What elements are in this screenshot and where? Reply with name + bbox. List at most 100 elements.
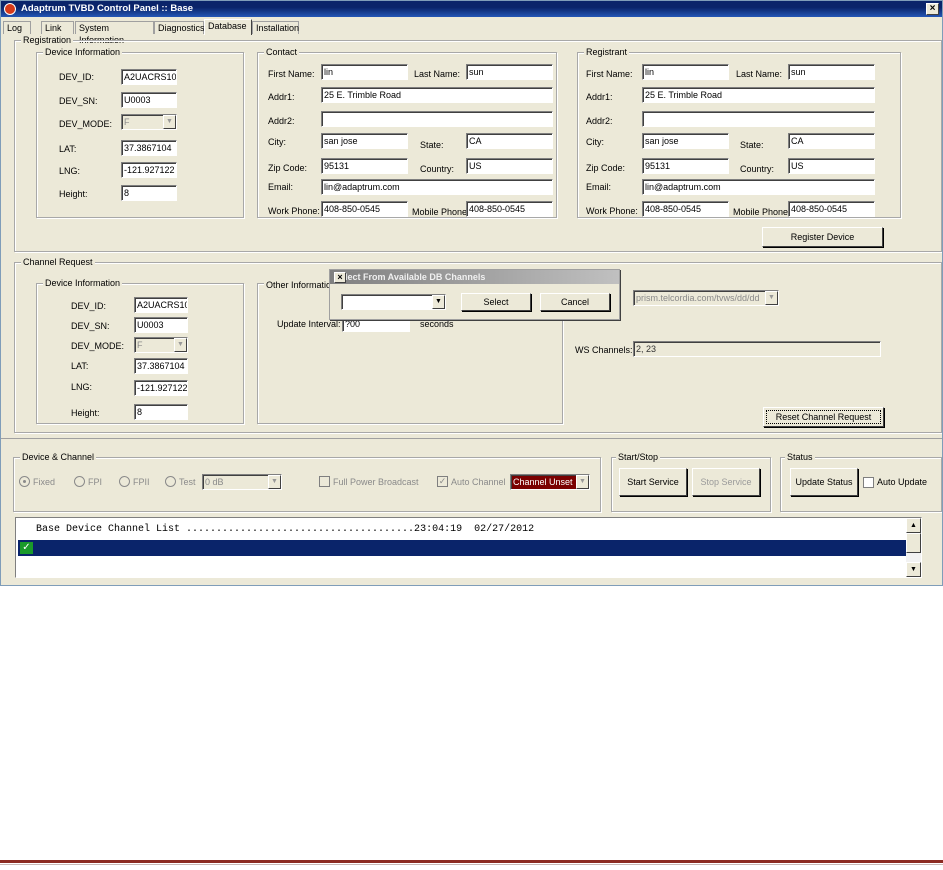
log-scrollbar[interactable]: ▲ ▼ [906,518,921,577]
dialog-select-button[interactable]: Select [461,293,531,311]
dev-mode-select[interactable]: F ▼ [121,114,177,130]
contact-addr2-field[interactable] [321,111,553,127]
scroll-thumb[interactable] [906,533,921,553]
channel-dev-sn-field[interactable]: U0003 [134,317,188,333]
channel-select-combo[interactable]: ▼ [341,294,446,310]
reset-channel-request-button[interactable]: Reset Channel Request [763,407,884,427]
registrant-addr2-field[interactable] [642,111,875,127]
contact-mobile-phone-field[interactable]: 408-850-0545 [466,201,553,217]
channel-lat-field[interactable]: 37.3867104 [134,358,188,374]
radio-test[interactable] [165,476,176,487]
success-check-icon: ✓ [20,542,33,554]
chevron-down-icon[interactable]: ▼ [576,475,589,489]
update-status-button[interactable]: Update Status [790,468,858,496]
stop-service-button[interactable]: Stop Service [692,468,760,496]
db-url-select[interactable]: prism.telcordia.com/tvws/dd/dd ▼ [633,290,779,306]
contact-work-phone-field[interactable]: 408-850-0545 [321,201,408,217]
registrant-city-field[interactable]: san jose [642,133,729,149]
contact-country-label: Country: [420,164,455,174]
registrant-state-field[interactable]: CA [788,133,875,149]
channel-dev-id-label: DEV_ID: [71,301,107,311]
update-interval-label: Update Interval: [277,319,341,329]
channel-device-info-title: Device Information [43,278,123,289]
close-window-button[interactable]: × [926,3,939,15]
contact-country-field[interactable]: US [466,158,553,174]
tab-system-information[interactable]: System Information [75,21,154,45]
test-level-select[interactable]: 0 dB ▼ [202,474,282,490]
contact-first-name-field[interactable]: lin [321,64,408,80]
log-list[interactable]: Base Device Channel List ...............… [15,517,922,578]
device-info-title: Device Information [43,47,123,58]
log-row[interactable]: Base Device Channel List ...............… [18,522,921,538]
scroll-down-icon[interactable]: ▼ [906,562,921,577]
channel-dev-id-field[interactable]: A2UACRS10 [134,297,188,313]
ws-channels-field[interactable]: 2, 23 [633,341,881,357]
registrant-email-field[interactable]: lin@adaptrum.com [642,179,875,195]
radio-fpi[interactable] [74,476,85,487]
contact-zip-label: Zip Code: [268,163,308,173]
registrant-country-field[interactable]: US [788,158,875,174]
channel-status-value: Channel Unset [513,477,573,487]
dev-id-label: DEV_ID: [59,72,95,82]
channel-height-field[interactable]: 8 [134,404,188,420]
tab-database[interactable]: Database [204,19,252,35]
contact-state-field[interactable]: CA [466,133,553,149]
tab-diagnostics[interactable]: Diagnostics [154,21,205,34]
status-group: Status Update Status Auto Update [780,452,942,512]
chevron-down-icon[interactable]: ▼ [163,115,176,129]
full-power-checkbox[interactable] [319,476,330,487]
radio-fpii[interactable] [119,476,130,487]
contact-city-field[interactable]: san jose [321,133,408,149]
registration-device-info-group: Device Information DEV_ID: A2UACRS10 DEV… [36,47,244,218]
register-device-button[interactable]: Register Device [762,227,883,247]
contact-zip-field[interactable]: 95131 [321,158,408,174]
log-row-text: Channel List Successful (2 Channels)....… [72,558,571,569]
height-field[interactable]: 8 [121,185,177,201]
radio-fixed[interactable] [19,476,30,487]
contact-last-name-field[interactable]: sun [466,64,553,80]
lat-label: LAT: [59,144,77,154]
tab-link[interactable]: Link [41,21,74,34]
channel-height-label: Height: [71,408,100,418]
scroll-up-icon[interactable]: ▲ [906,518,921,533]
chevron-down-icon[interactable]: ▼ [432,295,445,309]
channel-dev-mode-select[interactable]: F ▼ [134,337,188,353]
contact-email-field[interactable]: lin@adaptrum.com [321,179,553,195]
db-url-value: prism.telcordia.com/tvws/dd/dd [636,293,760,303]
title-bar[interactable]: Adaptrum TVBD Control Panel :: Base × [1,1,942,17]
dev-sn-field[interactable]: U0003 [121,92,177,108]
registrant-addr1-field[interactable]: 25 E. Trimble Road [642,87,875,103]
auto-update-checkbox[interactable] [863,477,874,488]
registrant-mobile-phone-field[interactable]: 408-850-0545 [788,201,875,217]
tab-installation[interactable]: Installation [252,21,299,34]
start-service-button[interactable]: Start Service [619,468,687,496]
dialog-close-button[interactable]: × [334,272,346,283]
dev-id-field[interactable]: A2UACRS10 [121,69,177,85]
tab-log[interactable]: Log [3,21,31,34]
chevron-down-icon[interactable]: ▼ [765,291,778,305]
chevron-down-icon[interactable]: ▼ [174,338,187,352]
registrant-state-label: State: [740,140,764,150]
window-title: Adaptrum TVBD Control Panel :: Base [21,3,194,14]
auto-update-label: Auto Update [877,477,928,487]
dialog-title-bar[interactable]: Select From Available DB Channels × [330,270,619,284]
contact-addr1-label: Addr1: [268,92,295,102]
chevron-down-icon[interactable]: ▼ [268,475,281,489]
select-channels-dialog: Select From Available DB Channels × ▼ Se… [329,269,620,320]
lng-field[interactable]: -121.927122 [121,162,177,178]
channel-status-select[interactable]: Channel Unset ▼ [510,474,590,490]
registration-group: Registration Device Information DEV_ID: … [14,35,942,252]
auto-channel-checkbox[interactable]: ✓ [437,476,448,487]
log-row-selected[interactable]: Channel List Successful (2 Channels)....… [18,540,921,569]
registrant-addr1-label: Addr1: [586,92,613,102]
app-icon [4,3,16,15]
registrant-zip-field[interactable]: 95131 [642,158,729,174]
channel-lng-field[interactable]: -121.927122 [134,380,188,396]
dialog-cancel-button[interactable]: Cancel [540,293,610,311]
registrant-work-phone-field[interactable]: 408-850-0545 [642,201,729,217]
registrant-first-name-field[interactable]: lin [642,64,729,80]
lat-field[interactable]: 37.3867104 [121,140,177,156]
contact-addr1-field[interactable]: 25 E. Trimble Road [321,87,553,103]
registrant-last-name-field[interactable]: sun [788,64,875,80]
full-power-label: Full Power Broadcast [333,477,419,487]
